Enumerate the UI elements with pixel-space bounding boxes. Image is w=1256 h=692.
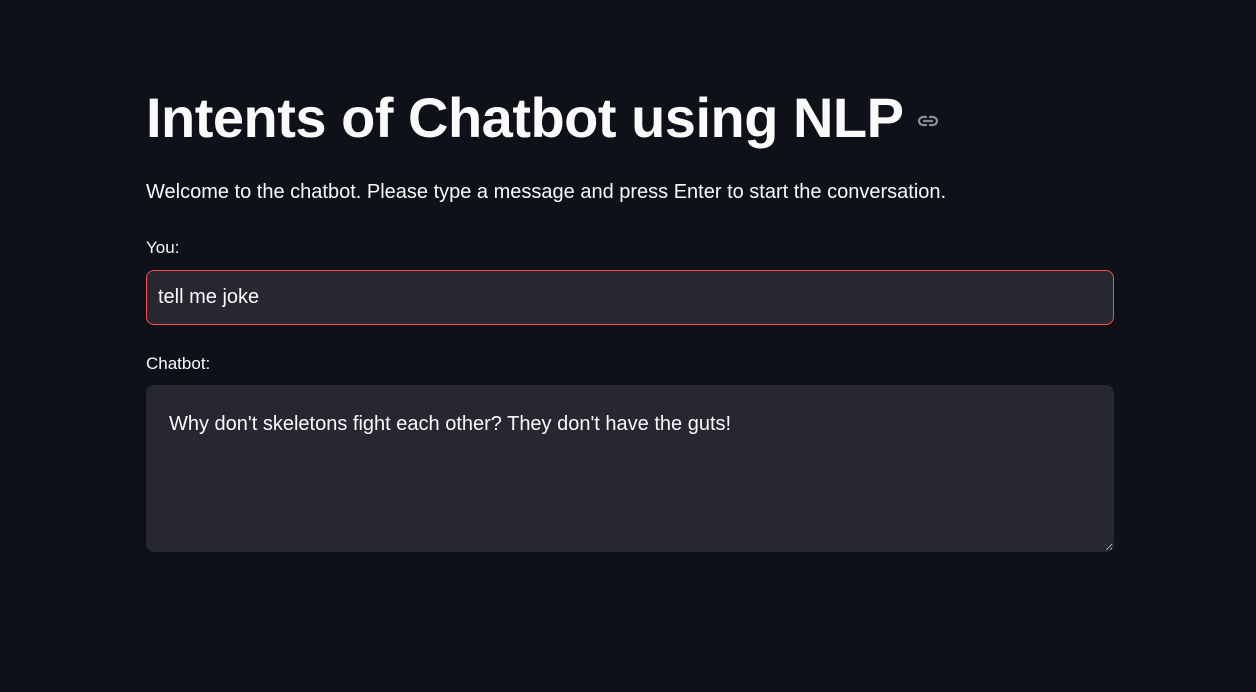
welcome-text: Welcome to the chatbot. Please type a me… xyxy=(146,181,947,203)
chatbot-response-textarea[interactable]: Why don't skeletons fight each other? Th… xyxy=(146,385,1114,552)
title-row: Intents of Chatbot using NLP xyxy=(146,78,941,158)
you-label: You: xyxy=(146,238,180,257)
page-title: Intents of Chatbot using NLP xyxy=(146,86,904,149)
link-icon[interactable] xyxy=(915,108,941,134)
message-input[interactable] xyxy=(146,270,1114,325)
chatbot-label: Chatbot: xyxy=(146,354,211,373)
